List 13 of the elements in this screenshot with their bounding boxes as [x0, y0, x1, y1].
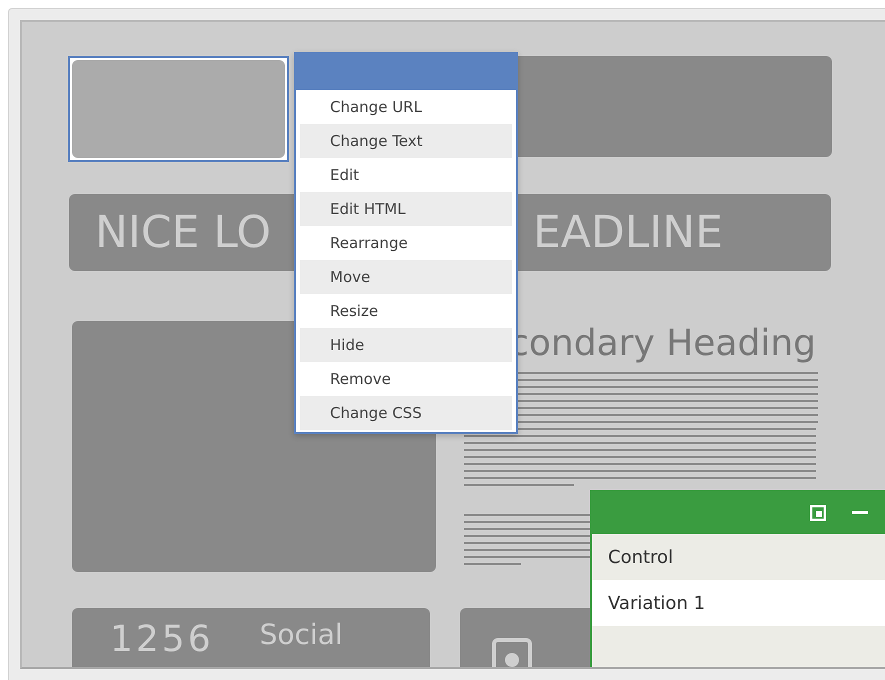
stat-number: 1256 — [110, 620, 214, 660]
menu-item[interactable]: Edit HTML — [300, 192, 512, 226]
minimize-icon[interactable] — [852, 511, 868, 515]
headline-text: NICE LO — [95, 207, 271, 258]
restore-icon[interactable] — [810, 505, 826, 521]
selected-block[interactable] — [68, 56, 289, 162]
menu-item[interactable]: Change CSS — [300, 396, 512, 430]
menu-item[interactable]: Move — [300, 260, 512, 294]
headline-text: EADLINE — [533, 207, 723, 258]
variation-item[interactable]: Variation 1 — [592, 580, 885, 626]
menu-item[interactable]: Hide — [300, 328, 512, 362]
stat-label: Social — [260, 618, 343, 652]
menu-item[interactable]: Change Text — [300, 124, 512, 158]
